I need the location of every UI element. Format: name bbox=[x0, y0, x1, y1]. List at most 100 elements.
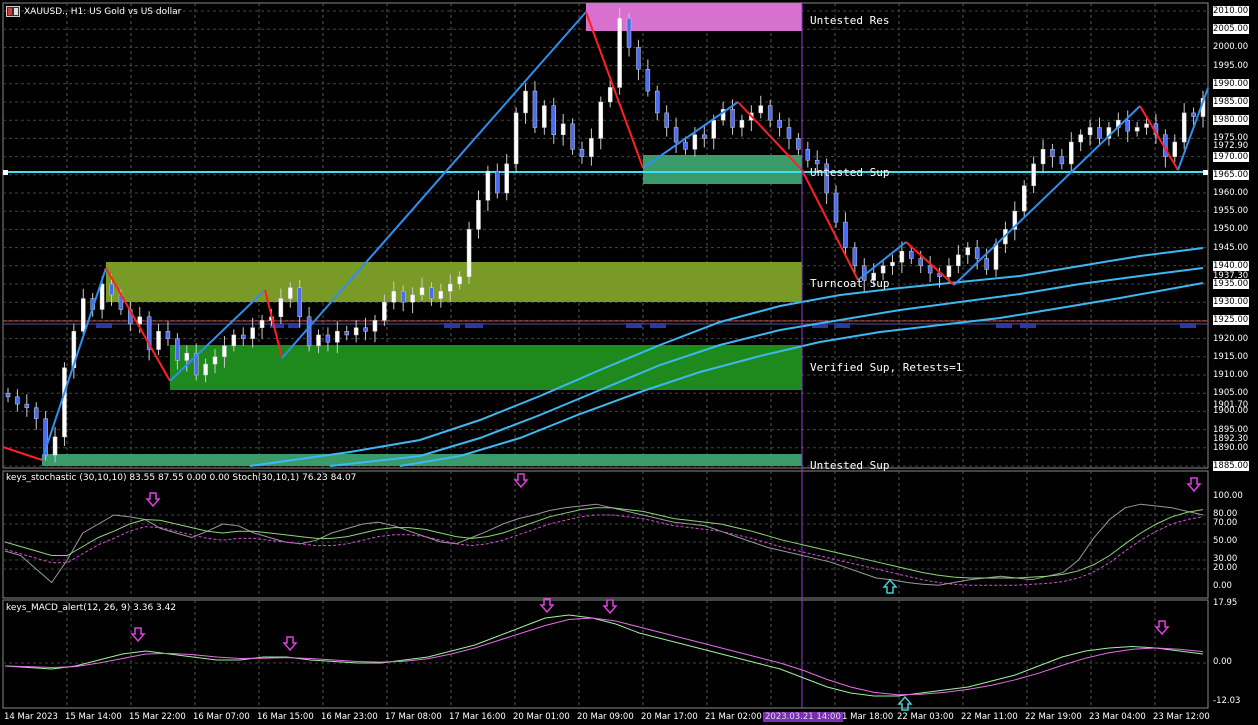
price-tick: 2000.00 bbox=[1213, 42, 1249, 53]
level-marker bbox=[1180, 323, 1196, 328]
candle-body bbox=[476, 200, 481, 230]
chart-title: XAUUSD., H1: US Gold vs US dollar bbox=[24, 7, 182, 17]
macd-sell-arrow bbox=[282, 636, 298, 652]
stochastic-label: keys_stochastic (30,10,10) 83.55 87.55 0… bbox=[6, 473, 357, 483]
price-tick: 1960.00 bbox=[1213, 188, 1249, 198]
stochastic-tick: 100.00 bbox=[1213, 491, 1243, 501]
candle-body bbox=[1040, 149, 1046, 165]
candle-body bbox=[344, 331, 349, 336]
candle-body bbox=[758, 105, 764, 114]
candle-body bbox=[1191, 112, 1196, 117]
candle-body bbox=[683, 141, 688, 150]
candle-body bbox=[240, 334, 246, 339]
time-tick: 20 Mar 09:00 bbox=[577, 712, 634, 722]
candle-body bbox=[645, 68, 651, 92]
candle-body bbox=[523, 90, 528, 114]
price-tick: 1945.00 bbox=[1213, 242, 1249, 253]
time-tick: 23 Mar 12:00 bbox=[1153, 712, 1210, 722]
zone-label-turncoat-sup: Turncoat Sup bbox=[810, 277, 890, 290]
chart-window-icon[interactable] bbox=[6, 6, 20, 17]
macd-main-line bbox=[4, 614, 1204, 697]
candle-body bbox=[589, 138, 594, 157]
time-tick: 16 Mar 15:00 bbox=[257, 712, 314, 722]
candle-body bbox=[165, 331, 171, 339]
price-tick: 1990.00 bbox=[1213, 78, 1249, 89]
chart-canvas[interactable] bbox=[0, 0, 1258, 725]
candle-body bbox=[984, 258, 989, 270]
candle-body bbox=[297, 287, 302, 318]
candle-body bbox=[513, 112, 519, 165]
zigzag-up-segment bbox=[953, 105, 1141, 286]
candle-body bbox=[438, 291, 444, 299]
level-marker bbox=[834, 323, 850, 328]
candle-body bbox=[410, 294, 415, 303]
time-tick: 20 Mar 17:00 bbox=[641, 712, 698, 722]
zigzag-down-segment bbox=[585, 11, 644, 169]
candle-body bbox=[551, 105, 556, 136]
candle-body bbox=[711, 119, 716, 139]
macd-sell-arrow bbox=[1154, 620, 1170, 636]
candle-body bbox=[15, 396, 20, 405]
zone-label-untested-sup-top: Untested Sup bbox=[810, 166, 890, 179]
candle-body bbox=[890, 261, 895, 267]
candle-body bbox=[1134, 127, 1140, 132]
hline-handle-left bbox=[3, 170, 8, 175]
stochastic-sell-arrow bbox=[1186, 477, 1202, 493]
main-pane-border bbox=[2, 2, 1209, 469]
candle-body bbox=[560, 123, 566, 136]
stochastic-tick: 50.00 bbox=[1213, 536, 1238, 546]
zigzag-down-segment bbox=[801, 169, 859, 281]
candle-body bbox=[607, 87, 613, 103]
time-tick: 22 Mar 19:00 bbox=[1025, 712, 1082, 722]
price-tick: 1925.00 bbox=[1213, 315, 1249, 326]
level-marker bbox=[996, 323, 1012, 328]
price-tick: 1955.00 bbox=[1213, 206, 1249, 217]
candle-body bbox=[175, 338, 180, 361]
candle-body bbox=[1125, 119, 1130, 132]
candle-body bbox=[542, 105, 547, 128]
zigzag-down-segment bbox=[2, 446, 43, 461]
candle-body bbox=[833, 192, 839, 223]
candle-body bbox=[927, 265, 933, 274]
candle-body bbox=[231, 334, 237, 347]
candle-body bbox=[24, 403, 30, 409]
stochastic-main-line bbox=[4, 503, 1204, 586]
zone-label-untested-res: Untested Res bbox=[810, 14, 890, 27]
price-tick: 1965.00 bbox=[1213, 169, 1249, 180]
candle-body bbox=[1144, 123, 1149, 128]
price-tick: 1930.00 bbox=[1213, 297, 1249, 308]
candle-body bbox=[156, 331, 161, 350]
zigzag-up-segment bbox=[281, 11, 587, 359]
candle-body bbox=[62, 367, 67, 438]
candle-body bbox=[212, 356, 218, 365]
time-tick: 14 Mar 2023 bbox=[4, 712, 58, 722]
price-tick: 1920.00 bbox=[1213, 333, 1249, 344]
candle-body bbox=[288, 287, 293, 299]
price-tick: 1885.00 bbox=[1213, 461, 1249, 471]
candle-body bbox=[655, 90, 660, 114]
candle-body bbox=[325, 334, 331, 343]
stochastic-tick: 70.00 bbox=[1213, 518, 1238, 528]
candle-body bbox=[796, 138, 801, 150]
stochastic-tick: 0.00 bbox=[1213, 581, 1232, 591]
price-level-tick: 1937.30 bbox=[1213, 270, 1249, 281]
macd-tick: 0.00 bbox=[1213, 657, 1232, 667]
zone-untested-sup-top bbox=[643, 155, 802, 184]
candle-body bbox=[664, 112, 669, 128]
price-tick: 1995.00 bbox=[1213, 60, 1249, 71]
price-level-tick: 1901.70 bbox=[1213, 400, 1249, 411]
candle-body bbox=[974, 247, 980, 259]
candle-body bbox=[1021, 185, 1027, 212]
time-tick: 22 Mar 03:00 bbox=[897, 712, 954, 722]
candle-body bbox=[852, 247, 858, 267]
candle-body bbox=[391, 291, 397, 303]
candle-body bbox=[598, 101, 604, 139]
level-marker bbox=[270, 323, 284, 328]
candle-body bbox=[617, 18, 622, 88]
zone-verified-sup bbox=[170, 345, 802, 390]
level-marker bbox=[1020, 323, 1036, 328]
candle-body bbox=[504, 163, 509, 194]
time-tick: 16 Mar 23:00 bbox=[321, 712, 378, 722]
candle-body bbox=[692, 134, 698, 150]
candle-body bbox=[1031, 163, 1036, 186]
